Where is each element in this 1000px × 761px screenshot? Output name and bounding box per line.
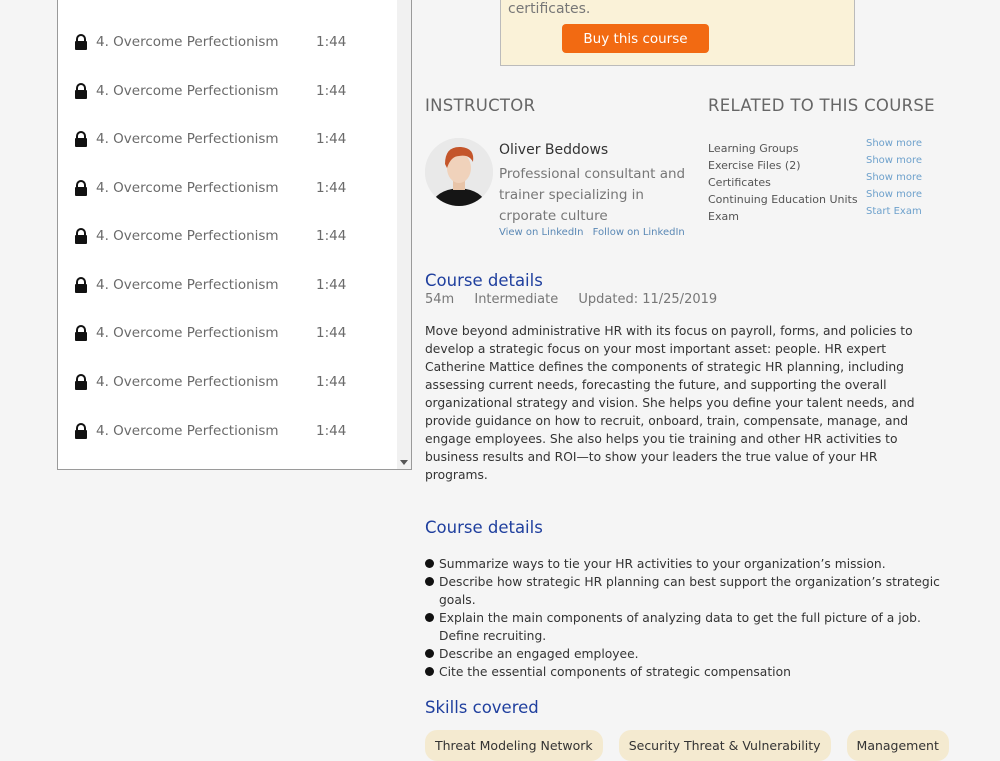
related-item-label: Continuing Education Units (708, 193, 858, 206)
list-item: Describe how strategic HR planning can b… (425, 573, 940, 609)
show-more-link[interactable]: Show more (866, 172, 922, 183)
lesson-duration: 1:44 (316, 277, 347, 293)
lock-icon (75, 277, 87, 293)
related-heading: RELATED TO THIS COURSE (708, 96, 935, 115)
buy-course-button[interactable]: Buy this course (562, 24, 709, 53)
lesson-title: 4. Overcome Perfectionism (96, 180, 279, 196)
lock-icon (75, 34, 87, 50)
lesson-title: 4. Overcome Perfectionism (96, 34, 279, 50)
related-item-label: Exam (708, 210, 739, 223)
course-description: Move beyond administrative HR with its f… (425, 324, 915, 482)
lesson-item[interactable]: 4. Overcome Perfectionism 1:44 (74, 79, 346, 103)
lesson-title: 4. Overcome Perfectionism (96, 325, 279, 341)
instructor-name: Oliver Beddows (499, 142, 609, 158)
start-exam-link[interactable]: Start Exam (866, 206, 922, 217)
lesson-title: 4. Overcome Perfectionism (96, 374, 279, 390)
buy-course-box: certificates. Buy this course (500, 0, 855, 66)
buy-box-text: certificates. (508, 1, 591, 17)
related-list: Learning Groups Show more Exercise Files… (708, 138, 928, 227)
show-more-link[interactable]: Show more (866, 155, 922, 166)
lesson-title: 4. Overcome Perfectionism (96, 277, 279, 293)
lock-icon (75, 180, 87, 196)
lesson-duration: 1:44 (316, 34, 347, 50)
instructor-portrait-icon (425, 138, 493, 206)
course-details-title: Course details (425, 271, 543, 290)
lock-icon (75, 325, 87, 341)
lesson-item[interactable]: 4. Overcome Perfectionism 1:44 (74, 30, 346, 54)
lesson-item[interactable]: 4. Overcome Perfectionism 1:44 (74, 419, 346, 443)
lesson-duration: 1:44 (316, 325, 347, 341)
list-item: Summarize ways to tie your HR activities… (425, 555, 940, 573)
lesson-item[interactable]: 4. Overcome Perfectionism 1:44 (74, 273, 346, 297)
follow-linkedin-link[interactable]: Follow on LinkedIn (593, 227, 685, 238)
lesson-item[interactable]: 4. Overcome Perfectionism 1:44 (74, 224, 346, 248)
lock-icon (75, 374, 87, 390)
lock-icon (75, 423, 87, 439)
list-item: Cite the essential components of strateg… (425, 663, 940, 681)
skills-title: Skills covered (425, 698, 539, 717)
view-linkedin-link[interactable]: View on LinkedIn (499, 227, 583, 238)
instructor-avatar (425, 138, 493, 206)
lesson-duration: 1:44 (316, 131, 347, 147)
course-duration: 54m (425, 292, 455, 307)
skill-tag[interactable]: Threat Modeling Network (425, 730, 603, 761)
skill-tag[interactable]: Security Threat & Vulnerability (618, 730, 831, 761)
lesson-duration: 1:44 (316, 228, 347, 244)
list-item: Explain the main components of analyzing… (425, 609, 940, 645)
related-item-label: Exercise Files (2) (708, 159, 801, 172)
skills-tags: Threat Modeling Network Security Threat … (425, 730, 949, 761)
lock-icon (75, 83, 87, 99)
lesson-item[interactable]: 4. Overcome Perfectionism 1:44 (74, 176, 346, 200)
course-level: Intermediate (474, 292, 559, 307)
course-meta: 54m Intermediate Updated: 11/25/2019 (425, 292, 733, 307)
lesson-title: 4. Overcome Perfectionism (96, 228, 279, 244)
instructor-description: Professional consultant and trainer spec… (499, 166, 686, 224)
scroll-down-arrow-icon[interactable] (400, 460, 408, 465)
lesson-title: 4. Overcome Perfectionism (96, 423, 279, 439)
skill-tag[interactable]: Management (846, 730, 949, 761)
lesson-title: 4. Overcome Perfectionism (96, 131, 279, 147)
playlist-scrollbar[interactable] (397, 0, 411, 469)
show-more-link[interactable]: Show more (866, 138, 922, 149)
related-item: Exam Start Exam (708, 206, 928, 227)
list-item: Describe an engaged employee. (425, 645, 940, 663)
lesson-duration: 1:44 (316, 374, 347, 390)
objectives-title: Course details (425, 518, 543, 537)
lesson-item[interactable]: 4. Overcome Perfectionism 1:44 (74, 370, 346, 394)
lock-icon (75, 131, 87, 147)
lesson-playlist[interactable]: 4. Overcome Perfectionism 1:44 4. Overco… (57, 0, 412, 470)
lesson-item[interactable]: 4. Overcome Perfectionism 1:44 (74, 321, 346, 345)
instructor-links: View on LinkedIn Follow on LinkedIn (499, 227, 691, 238)
course-updated: Updated: 11/25/2019 (578, 292, 718, 307)
related-item-label: Certificates (708, 176, 771, 189)
lesson-item[interactable]: 4. Overcome Perfectionism 1:44 (74, 127, 346, 151)
lesson-title: 4. Overcome Perfectionism (96, 83, 279, 99)
instructor-heading: INSTRUCTOR (425, 96, 536, 115)
show-more-link[interactable]: Show more (866, 189, 922, 200)
lesson-duration: 1:44 (316, 423, 347, 439)
lesson-duration: 1:44 (316, 180, 347, 196)
lesson-duration: 1:44 (316, 83, 347, 99)
objectives-list: Summarize ways to tie your HR activities… (425, 555, 940, 681)
related-item-label: Learning Groups (708, 142, 799, 155)
lock-icon (75, 228, 87, 244)
